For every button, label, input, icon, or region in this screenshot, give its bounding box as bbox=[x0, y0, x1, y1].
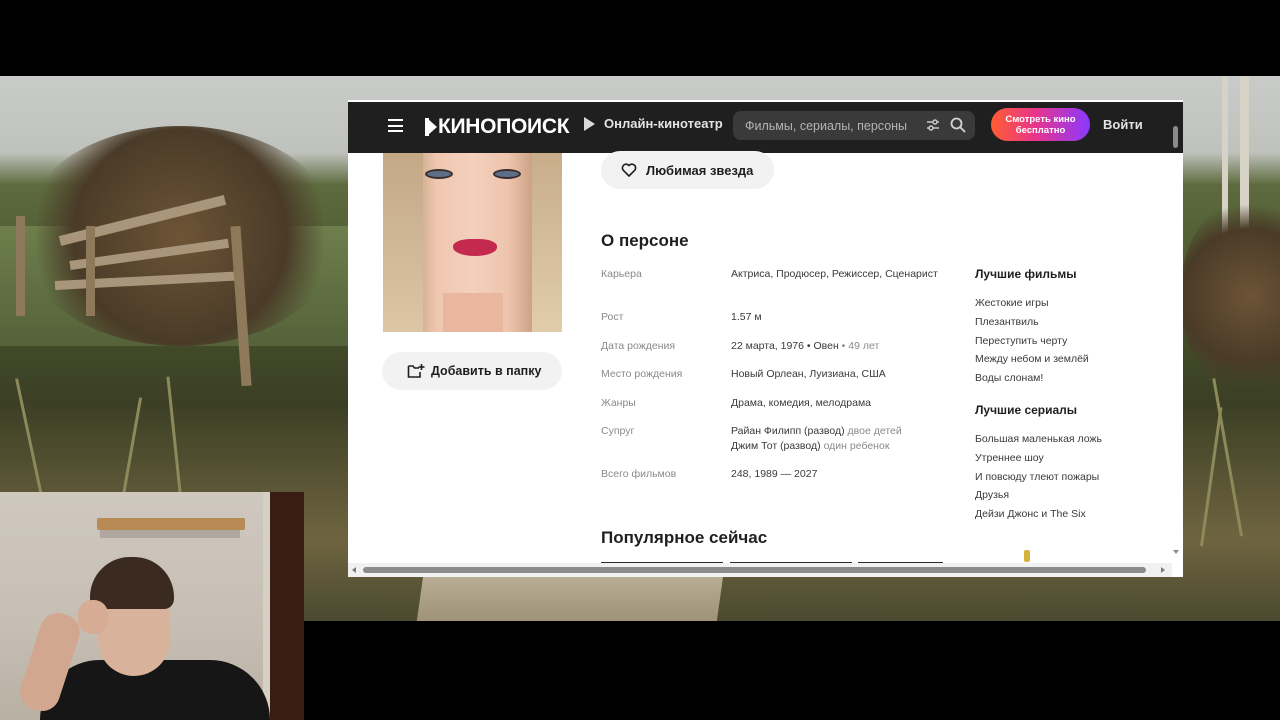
fact-key: Жанры bbox=[601, 396, 636, 409]
fact-row-total-films: Всего фильмов 248, 1989 — 2027 bbox=[601, 467, 961, 487]
scroll-down-arrow-icon[interactable] bbox=[1173, 550, 1179, 554]
browser-window: КИНОПОИСК Онлайн-кинотеатр Фильмы, сериа… bbox=[348, 100, 1183, 577]
fact-key: Дата рождения bbox=[601, 339, 676, 352]
reed bbox=[120, 397, 143, 507]
fact-row-birthplace: Место рождения Новый Орлеан, Луизиана, С… bbox=[601, 367, 961, 396]
fact-key: Супруг bbox=[601, 425, 635, 437]
fact-key: Место рождения bbox=[601, 368, 683, 380]
folder-add-icon bbox=[407, 364, 425, 378]
favorite-star-button[interactable]: Любимая звезда bbox=[601, 151, 774, 189]
wall-shelf bbox=[97, 518, 245, 530]
logo-text: КИНОПОИСК bbox=[438, 115, 570, 138]
best-film-item[interactable]: Между небом и землёй bbox=[975, 350, 1175, 369]
best-series-item[interactable]: Друзья bbox=[975, 486, 1175, 505]
site-logo[interactable]: КИНОПОИСК bbox=[425, 113, 570, 141]
photo-eye bbox=[425, 169, 453, 179]
horizontal-scroll-thumb[interactable] bbox=[363, 567, 1146, 573]
fact-key: Всего фильмов bbox=[601, 468, 677, 480]
heart-icon bbox=[621, 163, 637, 177]
best-film-item[interactable]: Жестокие игры bbox=[975, 294, 1175, 313]
spouse-link[interactable]: Райан Филипп (развод) bbox=[731, 425, 845, 437]
fact-row-genres: Жанры Драма, комедия, мелодрама bbox=[601, 396, 961, 425]
best-film-item[interactable]: Воды слонам! bbox=[975, 369, 1175, 388]
best-films-title: Лучшие фильмы bbox=[975, 267, 1077, 281]
watch-free-line2: бесплатно bbox=[1015, 125, 1066, 136]
fence-post bbox=[86, 226, 95, 316]
fact-value: Райан Филипп (развод) двое детей Джим То… bbox=[731, 424, 961, 454]
fact-key: Рост bbox=[601, 311, 624, 323]
add-to-folder-label: Добавить в папку bbox=[431, 364, 542, 378]
play-icon bbox=[584, 116, 595, 131]
site-header: КИНОПОИСК Онлайн-кинотеатр Фильмы, сериа… bbox=[348, 102, 1183, 153]
person-photo bbox=[383, 153, 562, 332]
vertical-scroll-thumb[interactable] bbox=[1173, 126, 1178, 148]
webcam-overlay bbox=[0, 492, 304, 720]
reed bbox=[1200, 407, 1223, 547]
best-series-item[interactable]: Дейзи Джонс и The Six bbox=[975, 505, 1175, 524]
fact-value: 1.57 м bbox=[731, 311, 762, 323]
favorite-star-label: Любимая звезда bbox=[646, 162, 754, 178]
bush bbox=[1180, 196, 1280, 396]
reed bbox=[166, 376, 183, 507]
spouse-link[interactable]: Джим Тот (развод) bbox=[731, 440, 821, 452]
reed bbox=[1212, 378, 1243, 537]
hamburger-icon[interactable] bbox=[388, 119, 403, 132]
birthdate-link[interactable]: 22 марта, 1976 • Овен bbox=[731, 340, 839, 352]
scroll-right-arrow-icon[interactable] bbox=[1161, 567, 1165, 573]
best-series-item[interactable]: Утреннее шоу bbox=[975, 449, 1175, 468]
person-facts: Карьера Актриса, Продюсер, Режиссер, Сце… bbox=[601, 267, 961, 487]
fact-value[interactable]: Драма, комедия, мелодрама bbox=[731, 396, 961, 411]
fact-row-height: Рост 1.57 м bbox=[601, 310, 961, 339]
reed bbox=[15, 378, 43, 497]
best-film-item[interactable]: Плезантвиль bbox=[975, 313, 1175, 332]
oscar-statuette-icon bbox=[1024, 550, 1030, 562]
logo-mark-icon bbox=[425, 118, 437, 136]
scroll-left-arrow-icon[interactable] bbox=[352, 567, 356, 573]
login-button[interactable]: Войти bbox=[1103, 117, 1143, 132]
filter-sliders-icon[interactable] bbox=[926, 118, 940, 132]
fact-value: 22 марта, 1976 • Овен • 49 лет bbox=[731, 339, 961, 354]
horizontal-scrollbar[interactable] bbox=[348, 563, 1172, 577]
best-film-item[interactable]: Переступить черту bbox=[975, 332, 1175, 351]
shelf-shadow bbox=[100, 530, 240, 538]
photo-lips bbox=[453, 239, 497, 256]
fact-value: Актриса, Продюсер, Режиссер, Сценарист bbox=[731, 268, 938, 280]
online-cinema-link[interactable]: Онлайн-кинотеатр bbox=[584, 116, 723, 131]
age-text: • 49 лет bbox=[838, 339, 880, 352]
photo-neck bbox=[443, 293, 503, 332]
spouse-note: один ребенок bbox=[823, 440, 890, 452]
search-box bbox=[733, 111, 975, 140]
fact-row-spouse: Супруг Райан Филипп (развод) двое детей … bbox=[601, 424, 961, 467]
fact-value[interactable]: Новый Орлеан, Луизиана, США bbox=[731, 367, 961, 382]
best-series-title: Лучшие сериалы bbox=[975, 403, 1078, 417]
popular-now-title: Популярное сейчас bbox=[601, 528, 768, 547]
watch-free-button[interactable]: Смотреть кино бесплатно bbox=[991, 108, 1090, 141]
spouse-note: двое детей bbox=[847, 425, 902, 437]
fact-row-career: Карьера Актриса, Продюсер, Режиссер, Сце… bbox=[601, 267, 961, 310]
photo-hair bbox=[532, 153, 562, 332]
door bbox=[270, 492, 304, 720]
add-to-folder-button[interactable]: Добавить в папку bbox=[382, 352, 562, 390]
screen: КИНОПОИСК Онлайн-кинотеатр Фильмы, сериа… bbox=[0, 0, 1280, 720]
person-hand bbox=[78, 600, 108, 634]
best-series-block: Лучшие сериалы Большая маленькая ложь Ут… bbox=[975, 403, 1175, 524]
best-films-block: Лучшие фильмы Жестокие игры Плезантвиль … bbox=[975, 267, 1175, 388]
photo-eye bbox=[493, 169, 521, 179]
online-cinema-label: Онлайн-кинотеатр bbox=[604, 116, 723, 131]
fence-post bbox=[16, 216, 25, 316]
photo-hair bbox=[383, 153, 423, 332]
fact-value[interactable]: 248, 1989 — 2027 bbox=[731, 467, 961, 482]
vertical-scrollbar[interactable] bbox=[1172, 122, 1180, 554]
best-series-item[interactable]: И повсюду тлеют пожары bbox=[975, 468, 1175, 487]
best-series-item[interactable]: Большая маленькая ложь bbox=[975, 430, 1175, 449]
search-icon[interactable] bbox=[950, 117, 966, 133]
search-input[interactable] bbox=[745, 116, 910, 135]
person-hair bbox=[90, 557, 174, 609]
wooden-boardwalk bbox=[416, 576, 724, 621]
fact-key: Карьера bbox=[601, 268, 642, 280]
about-title: О персоне bbox=[601, 231, 689, 250]
watch-free-line1: Смотреть кино bbox=[1005, 114, 1076, 125]
fact-row-birthdate: Дата рождения 22 марта, 1976 • Овен • 49… bbox=[601, 339, 961, 368]
